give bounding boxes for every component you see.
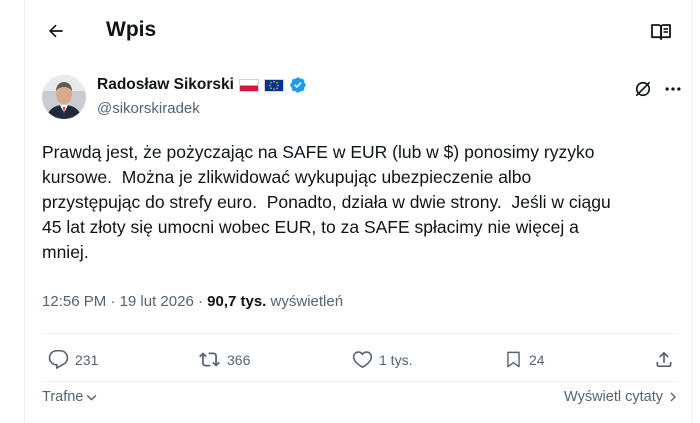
more-icon [665,87,681,91]
arrow-left-icon [48,24,63,38]
column-border-right [691,0,692,423]
share-button[interactable] [654,349,674,370]
reply-count: 231 [75,351,99,368]
chevron-down-icon [87,394,97,401]
page-title: Wpis [106,18,157,41]
reader-mode-button[interactable] [646,17,676,47]
tweet-text-line: przystępując do strefy euro. Ponadto, dz… [42,192,611,212]
action-bar: 231 366 1 tys. 24 [42,343,678,379]
chevron-right-icon [670,392,676,402]
view-quotes-button[interactable]: Wyświetl cytaty [564,389,679,405]
share-icon [656,351,672,367]
tweet-text-line: kursowe. Można je zlikwidować wykupując … [42,167,532,187]
eu-flag-icon [263,78,284,92]
repost-icon [199,352,220,367]
reply-icon [48,349,69,370]
repost-button[interactable]: 366 [198,349,250,370]
views-label: wyświetleń [270,293,344,310]
more-button[interactable] [661,77,685,101]
bookmark-button[interactable]: 24 [504,349,545,370]
verified-badge-icon [290,77,306,93]
author-name: Radosław Sikorski [97,76,234,93]
meta-separator: · [197,293,203,310]
tweet-meta: 12:56 PM · 19 lut 2026 · 90,7 tys. wyświ… [42,293,343,310]
grok-button[interactable] [631,77,655,101]
poland-flag-icon [238,78,259,92]
back-button[interactable] [39,14,73,48]
repost-count: 366 [227,351,251,368]
author-handle[interactable]: @sikorskiradek [97,100,200,117]
divider [42,381,678,382]
tweet-text-line: mniej. [42,242,89,262]
tweet-date[interactable]: 19 lut 2026 [120,293,194,310]
reply-button[interactable]: 231 [48,349,98,370]
quotes-label: Wyświetl cytaty [564,389,663,405]
meta-separator: · [110,293,116,310]
like-count: 1 tys. [379,351,413,368]
tweet-time[interactable]: 12:56 PM [42,293,106,310]
sort-label: Trafne [42,389,84,405]
tweet-text-line: 45 lat złoty się umocni wobec EUR, to za… [42,217,579,237]
bookmark-count: 24 [529,351,545,368]
top-bar: Wpis [25,0,691,64]
avatar-image [42,75,86,119]
heart-icon [352,351,373,368]
author-name-row[interactable]: Radosław Sikorski [97,76,307,94]
like-button[interactable]: 1 tys. [352,349,412,370]
tweet-text: Prawdą jest, że pożyczając na SAFE w EUR… [42,140,678,265]
grok-icon [635,81,651,97]
sort-replies-button[interactable]: Trafne [42,389,98,405]
bookmark-icon [507,351,520,368]
tweet-text-line: Prawdą jest, że pożyczając na SAFE w EUR… [42,142,595,162]
avatar[interactable] [42,75,86,119]
divider [42,333,678,334]
reader-mode-icon [651,24,671,40]
views-count: 90,7 tys. [207,293,267,310]
